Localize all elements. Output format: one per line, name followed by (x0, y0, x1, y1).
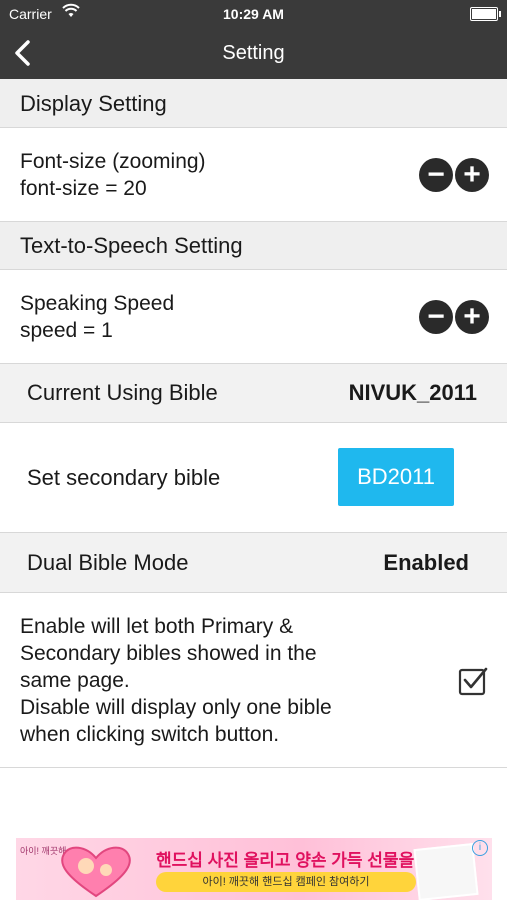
top-bar: Carrier 10:29 AM Setting (0, 0, 507, 79)
dual-mode-checkbox[interactable] (458, 666, 488, 696)
speed-stepper: − + (419, 300, 491, 336)
font-size-stepper: − + (419, 158, 491, 194)
speaking-speed-text: Speaking Speed speed = 1 (20, 290, 174, 344)
secondary-bible-label: Set secondary bible (27, 465, 221, 490)
speaking-speed-label: Speaking Speed (20, 292, 175, 315)
tts-setting-header: Text-to-Speech Setting (0, 222, 507, 270)
advertisement-banner[interactable]: 아이! 깨끗해 핸드십 사진 올리고 양손 가득 선물을! 아이! 깨끗해 핸드… (16, 838, 492, 900)
description-line: same page. (20, 669, 130, 692)
font-size-row: Font-size (zooming) font-size = 20 − + (0, 128, 507, 222)
navigation-bar: Setting (0, 28, 507, 79)
current-bible-value: NIVUK_2011 (348, 380, 477, 405)
description-line: Disable will display only one bible (20, 696, 332, 719)
description-line: Secondary bibles showed in the (20, 642, 317, 665)
dual-mode-description: Enable will let both Primary & Secondary… (20, 613, 400, 748)
dual-bible-mode-label: Dual Bible Mode (27, 550, 189, 575)
ad-cta-pill: 아이! 깨끗해 핸드십 캠페인 참여하기 (156, 872, 416, 892)
description-line: Enable will let both Primary & (20, 615, 294, 638)
secondary-bible-button[interactable]: BD2011 (338, 448, 454, 506)
speed-increase-button[interactable]: + (455, 300, 489, 334)
font-size-text: Font-size (zooming) font-size = 20 (20, 148, 206, 202)
status-bar: Carrier 10:29 AM (0, 0, 507, 28)
battery-icon (470, 7, 501, 21)
speed-decrease-button[interactable]: − (419, 300, 453, 334)
ad-headline: 핸드십 사진 올리고 양손 가득 선물을! (156, 851, 420, 870)
font-size-label: Font-size (zooming) (20, 150, 206, 173)
current-bible-row: Current Using Bible NIVUK_2011 (0, 364, 507, 423)
speaking-speed-row: Speaking Speed speed = 1 − + (0, 270, 507, 364)
status-time: 10:29 AM (223, 6, 284, 22)
page-title: Setting (222, 42, 285, 64)
display-setting-header: Display Setting (0, 79, 507, 128)
dual-bible-mode-row: Dual Bible Mode Enabled (0, 533, 507, 593)
ad-info-icon[interactable]: i (472, 840, 488, 856)
font-size-value: font-size = 20 (20, 177, 147, 200)
current-bible-label: Current Using Bible (27, 380, 218, 405)
font-size-decrease-button[interactable]: − (419, 158, 453, 192)
dual-bible-mode-value: Enabled (383, 550, 469, 575)
heart-illustration-icon (61, 846, 131, 898)
font-size-increase-button[interactable]: + (455, 158, 489, 192)
ad-photo (413, 843, 479, 900)
speaking-speed-value: speed = 1 (20, 319, 113, 342)
description-line: when clicking switch button. (20, 723, 280, 746)
